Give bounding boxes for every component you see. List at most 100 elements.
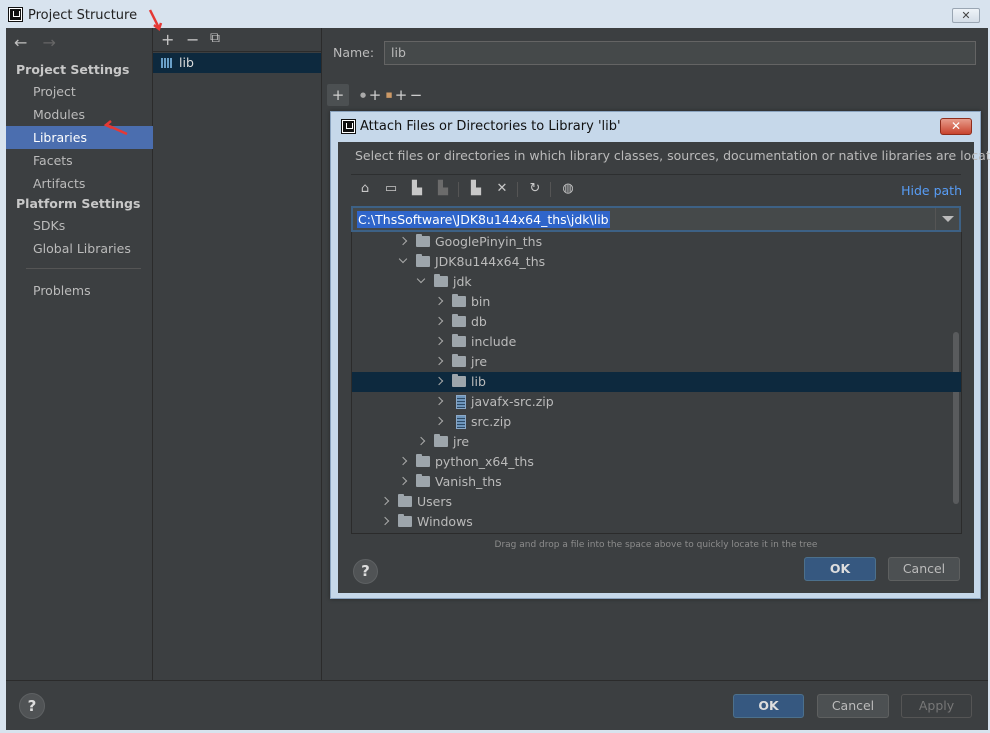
apply-button[interactable]: Apply (901, 694, 972, 718)
folder-icon (416, 474, 430, 487)
tree-row-label: jdk (453, 274, 472, 289)
chevron-right-icon[interactable] (434, 336, 444, 346)
intellij-app-icon (8, 7, 23, 22)
tree-row[interactable]: python_x64_ths (352, 452, 961, 472)
folder-icon (398, 514, 412, 527)
tree-row[interactable]: jre (352, 432, 961, 452)
hide-path-link[interactable]: Hide path (901, 183, 962, 198)
forward-arrow-icon[interactable]: → (43, 33, 56, 52)
add-classes-button[interactable]: + ● (353, 84, 381, 106)
delete-icon[interactable]: ✕ (493, 180, 511, 198)
refresh-icon[interactable]: ↻ (526, 180, 544, 198)
remove-library-button[interactable]: − (186, 30, 199, 49)
file-tree: GooglePinyin_ths JDK8u144x64_thsjdk bin db i… (351, 232, 962, 534)
tree-row-label: jre (471, 354, 488, 369)
folder-icon (416, 254, 430, 267)
chevron-right-icon[interactable] (398, 476, 408, 486)
chevron-right-icon[interactable] (434, 396, 444, 406)
folder-icon (416, 234, 430, 247)
chevron-down-icon[interactable] (398, 254, 408, 264)
dialog-close-button[interactable]: ✕ (940, 118, 972, 135)
sidebar-item-global-libraries[interactable]: Global Libraries (6, 237, 153, 260)
dialog-cancel-button[interactable]: Cancel (888, 557, 960, 581)
dialog-ok-button[interactable]: OK (804, 557, 876, 581)
tree-row[interactable]: Vanish_ths (352, 472, 961, 492)
tree-row-label: javafx-src.zip (471, 394, 554, 409)
add-jar-button[interactable]: + ■ (379, 84, 408, 106)
tree-row-label: bin (471, 294, 491, 309)
platform-settings-header: Platform Settings (16, 196, 141, 211)
library-list-toolbar: + − ⧉ (153, 28, 322, 52)
folder-icon (398, 494, 412, 507)
chevron-right-icon[interactable] (434, 316, 444, 326)
tree-row[interactable]: jre (352, 352, 961, 372)
project-folder-icon[interactable]: ▙ (408, 180, 426, 198)
home-icon[interactable]: ⌂ (356, 180, 374, 198)
path-dropdown-arrow-icon[interactable] (935, 208, 959, 230)
dialog-title: Attach Files or Directories to Library '… (360, 119, 621, 134)
chevron-right-icon[interactable] (434, 296, 444, 306)
chevron-right-icon[interactable] (398, 236, 408, 246)
dialog-separator (351, 174, 961, 175)
file-chooser-toolbar: ⌂ ▭ ▙ ▙ ▙ ✕ ↻ ◍ Hide path (351, 178, 962, 202)
library-list-panel: + − ⧉ lib (148, 9, 322, 680)
desktop-icon[interactable]: ▭ (382, 180, 400, 198)
drag-drop-hint: Drag and drop a file into the space abov… (494, 540, 818, 550)
ok-button[interactable]: OK (733, 694, 804, 718)
chevron-right-icon[interactable] (434, 356, 444, 366)
library-list-item-lib[interactable]: lib (153, 53, 321, 73)
help-button[interactable]: ? (19, 693, 45, 719)
annotation-arrow-add (148, 9, 163, 32)
jar-mini-icon: ■ (385, 91, 393, 99)
chevron-right-icon[interactable] (380, 516, 390, 526)
window-close-button[interactable]: ✕ (952, 8, 980, 23)
tree-row[interactable]: lib (352, 372, 961, 392)
tree-row-label: Windows (417, 514, 473, 529)
tree-row[interactable]: javafx-src.zip (352, 392, 961, 412)
tree-row[interactable]: src.zip (352, 412, 961, 432)
path-combo-field[interactable]: C:\ThsSoftware\JDK8u144x64_ths\jdk\lib (351, 206, 961, 232)
library-name-field[interactable]: lib (384, 41, 976, 65)
cancel-button[interactable]: Cancel (817, 694, 889, 718)
tree-row[interactable]: Windows (352, 512, 961, 532)
dialog-help-button[interactable]: ? (353, 559, 378, 584)
new-folder-icon[interactable]: ▙ (467, 180, 485, 198)
folder-icon (434, 434, 448, 447)
sidebar-item-project[interactable]: Project (6, 80, 153, 103)
window-title: Project Structure (28, 8, 138, 23)
back-arrow-icon[interactable]: ← (14, 33, 27, 52)
tree-row[interactable]: Users (352, 492, 961, 512)
name-label: Name: (333, 45, 375, 60)
tree-row-label: GooglePinyin_ths (435, 234, 543, 249)
chevron-right-icon[interactable] (416, 436, 426, 446)
sidebar-divider (26, 268, 141, 269)
remove-root-button[interactable]: − (405, 84, 427, 106)
attach-files-dialog: Attach Files or Directories to Library '… (330, 111, 990, 599)
chevron-right-icon[interactable] (380, 496, 390, 506)
path-field-value: C:\ThsSoftware\JDK8u144x64_ths\jdk\lib (357, 211, 610, 228)
sidebar-item-sdks[interactable]: SDKs (6, 214, 153, 237)
chevron-right-icon[interactable] (434, 416, 444, 426)
add-root-button[interactable]: + (327, 84, 349, 106)
chevron-down-icon[interactable] (416, 274, 426, 284)
sidebar-item-artifacts[interactable]: Artifacts (6, 172, 153, 195)
copy-library-button[interactable]: ⧉ (210, 30, 220, 46)
tree-row-label: db (471, 314, 487, 329)
chevron-right-icon[interactable] (398, 456, 408, 466)
dialog-body: Select files or directories in which lib… (338, 142, 990, 593)
project-settings-header: Project Settings (16, 62, 130, 77)
toolbar-separator (458, 182, 459, 197)
show-hidden-icon[interactable]: ◍ (559, 180, 577, 198)
folder-icon (452, 334, 466, 347)
module-folder-icon[interactable]: ▙ (434, 180, 452, 198)
sidebar-item-problems[interactable]: Problems (6, 279, 153, 302)
sidebar-item-facets[interactable]: Facets (6, 149, 153, 172)
tree-row[interactable]: db (352, 312, 961, 332)
tree-row[interactable]: GooglePinyin_ths (352, 232, 961, 252)
tree-row-label: JDK8u144x64_ths (435, 254, 546, 269)
chevron-right-icon[interactable] (434, 376, 444, 386)
tree-row[interactable]: JDK8u144x64_ths (352, 252, 961, 272)
tree-row[interactable]: bin (352, 292, 961, 312)
tree-row[interactable]: include (352, 332, 961, 352)
tree-row[interactable]: jdk (352, 272, 961, 292)
